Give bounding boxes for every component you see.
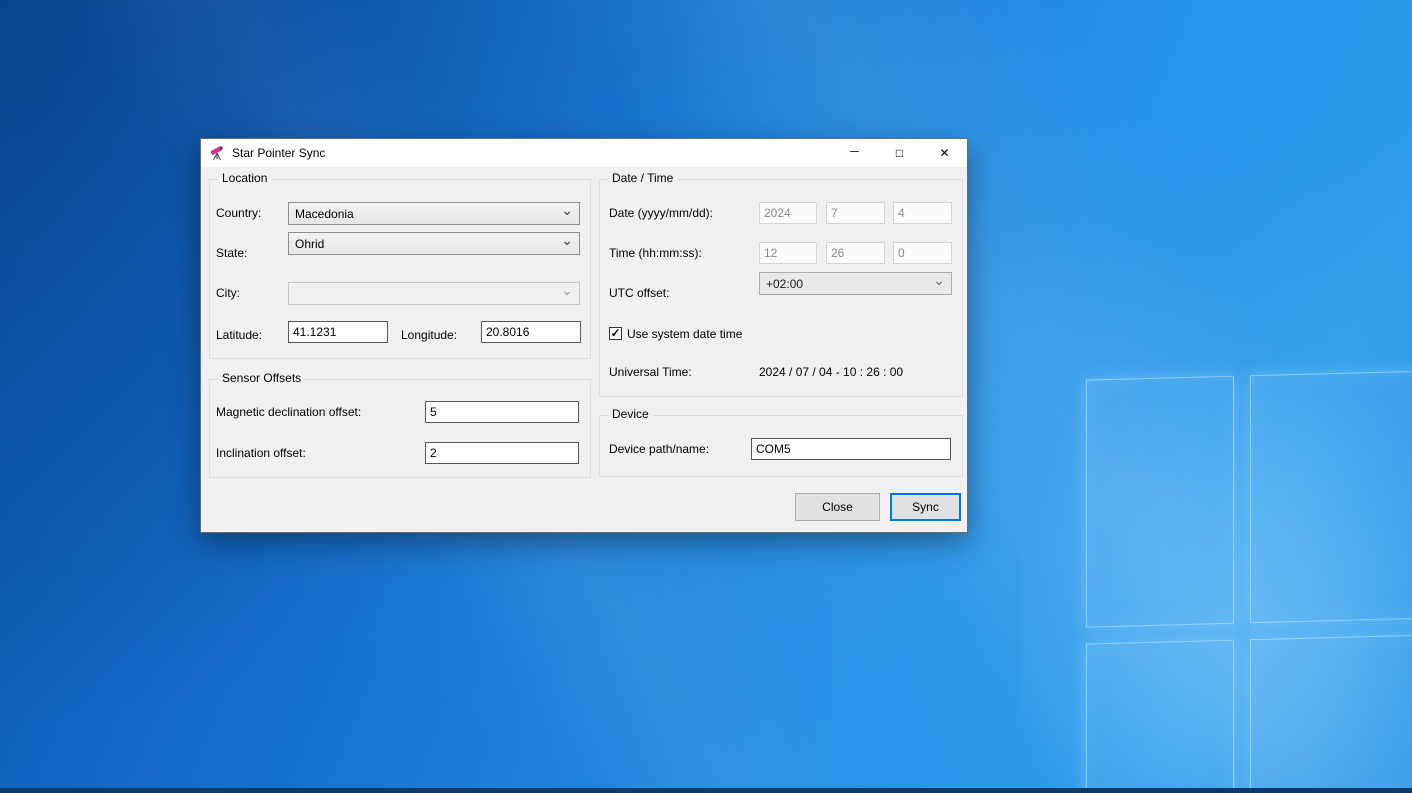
close-button[interactable]: ✕ [922,139,967,167]
windows-logo-pane [1086,640,1234,793]
universal-time-label: Universal Time: [609,365,692,379]
title-bar[interactable]: Star Pointer Sync ─ □ ✕ [201,139,967,167]
universal-time-value: 2024 / 07 / 04 - 10 : 26 : 00 [759,365,903,379]
use-system-datetime-checkbox[interactable]: ✓ [609,327,622,340]
chevron-down-icon: ⌄ [933,273,945,287]
latitude-input[interactable] [288,321,388,343]
longitude-label: Longitude: [401,328,457,342]
magnetic-declination-input[interactable] [425,401,579,423]
maximize-button[interactable]: □ [877,139,922,167]
location-group-legend: Location [218,171,271,185]
screen-bottom-edge [0,788,1412,793]
telescope-icon [209,145,225,161]
use-system-datetime-label: Use system date time [627,327,742,341]
close-dialog-button[interactable]: Close [795,493,880,521]
windows-logo-pane [1250,367,1412,623]
date-day-input[interactable] [893,202,952,224]
date-month-input[interactable] [826,202,885,224]
time-second-input[interactable] [893,242,952,264]
country-dropdown[interactable]: Macedonia ⌄ [288,202,580,225]
utc-offset-dropdown[interactable]: +02:00 ⌄ [759,272,952,295]
device-path-label: Device path/name: [609,442,709,456]
inclination-offset-input[interactable] [425,442,579,464]
sensor-offsets-group-legend: Sensor Offsets [218,371,305,385]
device-group-legend: Device [608,407,653,421]
city-dropdown[interactable]: ⌄ [288,282,580,305]
inclination-offset-label: Inclination offset: [216,446,306,460]
state-dropdown-value: Ohrid [295,237,557,251]
checkmark-icon: ✓ [610,327,620,339]
windows-logo [1086,364,1412,793]
windows-logo-pane [1250,631,1412,793]
country-dropdown-value: Macedonia [295,207,557,221]
chevron-down-icon: ⌄ [561,283,573,297]
utc-offset-value: +02:00 [766,277,929,291]
device-path-input[interactable] [751,438,951,460]
city-label: City: [216,286,240,300]
time-hour-input[interactable] [759,242,817,264]
time-label: Time (hh:mm:ss): [609,246,702,260]
minimize-button[interactable]: ─ [832,139,877,167]
maximize-icon: □ [896,146,903,160]
time-minute-input[interactable] [826,242,885,264]
chevron-down-icon: ⌄ [561,233,573,247]
sync-button[interactable]: Sync [890,493,961,521]
minimize-icon: ─ [850,144,859,158]
state-label: State: [216,246,247,260]
star-pointer-sync-window: Star Pointer Sync ─ □ ✕ Location Country… [200,138,968,533]
window-title: Star Pointer Sync [232,146,325,160]
country-label: Country: [216,206,261,220]
utc-offset-label: UTC offset: [609,286,669,300]
state-dropdown[interactable]: Ohrid ⌄ [288,232,580,255]
windows-logo-pane [1086,376,1234,628]
close-icon: ✕ [939,146,949,160]
chevron-down-icon: ⌄ [561,203,573,217]
date-label: Date (yyyy/mm/dd): [609,206,713,220]
datetime-group-legend: Date / Time [608,171,677,185]
latitude-label: Latitude: [216,328,262,342]
longitude-input[interactable] [481,321,581,343]
date-year-input[interactable] [759,202,817,224]
magnetic-declination-label: Magnetic declination offset: [216,405,361,419]
